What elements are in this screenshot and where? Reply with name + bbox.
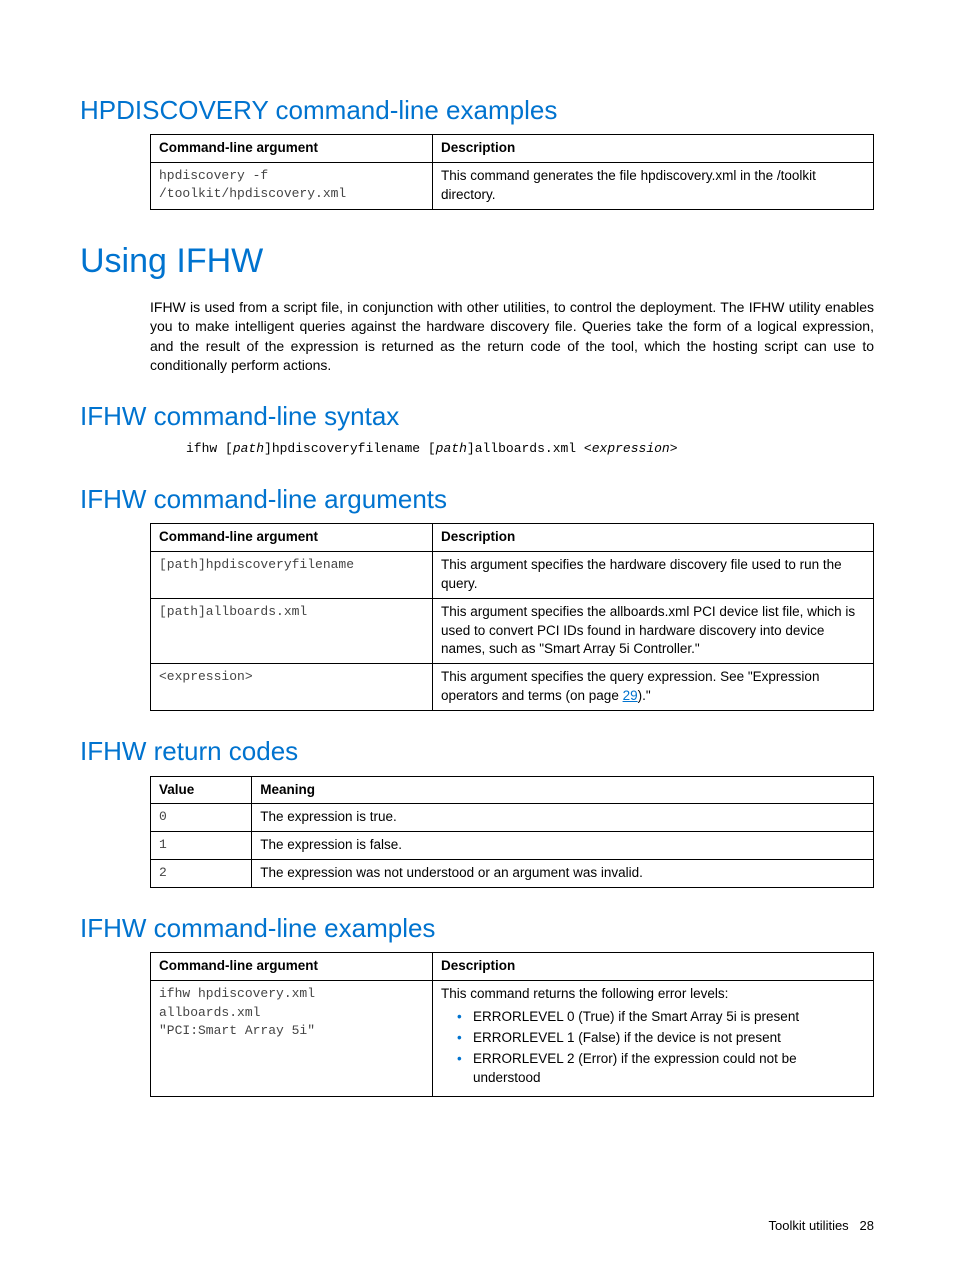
cell-description: This argument specifies the hardware dis… [432,551,873,598]
table-header-row: Command-line argument Description [151,524,874,552]
table-ifhw-examples: Command-line argument Description ifhw h… [150,952,874,1096]
heading-hpdiscovery-examples: HPDISCOVERY command-line examples [80,92,874,128]
heading-ifhw-arguments: IFHW command-line arguments [80,481,874,517]
syntax-expression: expression [592,441,670,456]
cell-argument: <expression> [151,664,433,711]
col-header-meaning: Meaning [252,776,874,804]
cell-value: 1 [151,832,252,860]
col-header-description: Description [432,953,873,981]
syntax-text: > [670,441,678,456]
syntax-text: ]allboards.xml < [467,441,592,456]
table-header-row: Value Meaning [151,776,874,804]
cell-text: /toolkit/hpdiscovery.xml [159,186,346,201]
table-header-row: Command-line argument Description [151,953,874,981]
table-row: 2 The expression was not understood or a… [151,860,874,888]
syntax-text: ]hpdiscoveryfilename [ [264,441,436,456]
cell-argument: hpdiscovery -f /toolkit/hpdiscovery.xml [151,163,433,210]
heading-using-ifhw: Using IFHW [80,238,874,286]
footer-page-number: 28 [860,1218,874,1233]
error-level-list: ERRORLEVEL 0 (True) if the Smart Array 5… [441,1008,865,1088]
cell-value: 0 [151,804,252,832]
cell-meaning: The expression is false. [252,832,874,860]
cell-description: This argument specifies the allboards.xm… [432,598,873,664]
cell-description: This command generates the file hpdiscov… [432,163,873,210]
syntax-line: ifhw [path]hpdiscoveryfilename [path]all… [186,440,874,458]
cell-text: )." [638,688,651,703]
page-link-29[interactable]: 29 [623,688,638,703]
cell-text: hpdiscovery -f [159,168,268,183]
table-row: [path]hpdiscoveryfilename This argument … [151,551,874,598]
cell-text: ifhw hpdiscovery.xml allboards.xml [159,986,315,1019]
table-row: hpdiscovery -f /toolkit/hpdiscovery.xml … [151,163,874,210]
table-row: 0 The expression is true. [151,804,874,832]
col-header-description: Description [432,524,873,552]
table-ifhw-arguments: Command-line argument Description [path]… [150,523,874,711]
table-row: 1 The expression is false. [151,832,874,860]
cell-description: This command returns the following error… [432,981,873,1096]
heading-ifhw-examples: IFHW command-line examples [80,910,874,946]
col-header-argument: Command-line argument [151,953,433,981]
table-header-row: Command-line argument Description [151,135,874,163]
cell-argument: ifhw hpdiscovery.xml allboards.xml "PCI:… [151,981,433,1096]
cell-intro: This command returns the following error… [441,986,728,1001]
table-hpdiscovery-examples: Command-line argument Description hpdisc… [150,134,874,210]
paragraph-ifhw-intro: IFHW is used from a script file, in conj… [150,298,874,376]
table-row: ifhw hpdiscovery.xml allboards.xml "PCI:… [151,981,874,1096]
page-footer: Toolkit utilities 28 [80,1217,874,1235]
heading-ifhw-syntax: IFHW command-line syntax [80,398,874,434]
list-item: ERRORLEVEL 0 (True) if the Smart Array 5… [457,1008,865,1027]
col-header-argument: Command-line argument [151,524,433,552]
cell-meaning: The expression is true. [252,804,874,832]
cell-text: "PCI:Smart Array 5i" [159,1023,315,1038]
col-header-description: Description [432,135,873,163]
list-item: ERRORLEVEL 2 (Error) if the expression c… [457,1050,865,1088]
syntax-path: path [233,441,264,456]
col-header-argument: Command-line argument [151,135,433,163]
footer-label: Toolkit utilities [768,1218,848,1233]
cell-value: 2 [151,860,252,888]
syntax-path: path [436,441,467,456]
table-row: <expression> This argument specifies the… [151,664,874,711]
cell-meaning: The expression was not understood or an … [252,860,874,888]
table-row: [path]allboards.xml This argument specif… [151,598,874,664]
cell-argument: [path]allboards.xml [151,598,433,664]
list-item: ERRORLEVEL 1 (False) if the device is no… [457,1029,865,1048]
col-header-value: Value [151,776,252,804]
syntax-text: ifhw [ [186,441,233,456]
cell-description: This argument specifies the query expres… [432,664,873,711]
heading-ifhw-return-codes: IFHW return codes [80,733,874,769]
cell-argument: [path]hpdiscoveryfilename [151,551,433,598]
table-ifhw-return-codes: Value Meaning 0 The expression is true. … [150,776,874,889]
